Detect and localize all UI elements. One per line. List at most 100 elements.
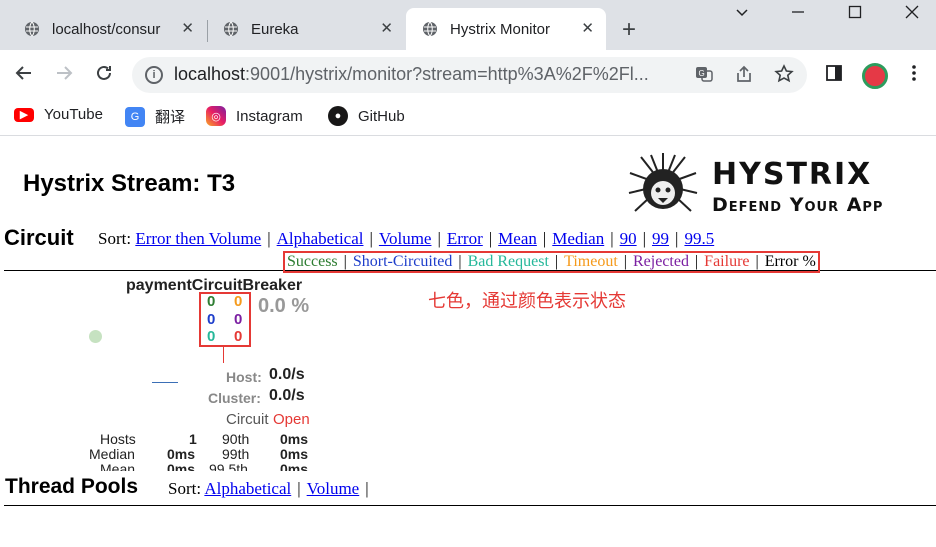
logo-tagline: Defend Your App (712, 194, 884, 216)
forward-arrow-icon[interactable] (54, 63, 74, 88)
count-short-circuited: 0 (207, 311, 216, 328)
bookmark-instagram[interactable]: ◎ Instagram (206, 106, 303, 126)
bookmark-youtube[interactable]: ▶ YouTube (14, 106, 103, 123)
profile-avatar[interactable] (862, 63, 888, 89)
bookmark-star-icon[interactable] (774, 64, 794, 89)
sort-error-then-volume[interactable]: Error then Volume (135, 229, 261, 248)
p995-value: 0ms (280, 461, 309, 471)
count-success: 0 (207, 293, 216, 310)
circuit-status-label: Circuit (226, 411, 269, 428)
close-icon[interactable]: ✕ (181, 20, 194, 38)
median-label: Median (89, 446, 135, 462)
bookmark-label: Instagram (236, 107, 303, 125)
divider (4, 505, 936, 506)
thread-pools-title: Thread Pools (5, 475, 139, 498)
google-translate-icon: G (125, 106, 145, 127)
thread-pools-sort-bar: Sort: Alphabetical | Volume | (168, 479, 369, 498)
legend-failure: Failure (704, 253, 750, 270)
circuit-sort-bar: Sort: Error then Volume | Alphabetical | Vol… (98, 229, 715, 248)
instagram-icon: ◎ (206, 106, 226, 126)
url-text: localhost:9001/hystrix/monitor?stream=ht… (174, 64, 649, 84)
rate-line (223, 347, 224, 363)
tab-eureka[interactable]: Eureka ✕ (207, 8, 405, 50)
address-bar[interactable]: i localhost:9001/hystrix/monitor?stream=… (132, 57, 807, 93)
tab-strip: localhost/consur ✕ Eureka ✕ Hystrix Moni… (0, 0, 936, 50)
bookmark-label: YouTube (44, 106, 103, 123)
browser-toolbar: i localhost:9001/hystrix/monitor?stream=… (0, 50, 936, 100)
mean-label: Mean (100, 461, 136, 471)
reload-icon[interactable] (94, 63, 114, 88)
menu-dots-icon[interactable] (906, 63, 922, 88)
sparkline (152, 382, 178, 383)
translate-icon[interactable]: G (694, 64, 714, 89)
close-icon[interactable]: ✕ (380, 20, 393, 38)
porcupine-logo-icon (628, 153, 698, 212)
sort-alphabetical[interactable]: Alphabetical (277, 229, 364, 248)
sort-label: Sort: (98, 229, 132, 248)
close-icon[interactable]: ✕ (581, 20, 594, 38)
tab-title: Hystrix Monitor (450, 20, 551, 38)
sort-error[interactable]: Error (447, 229, 483, 248)
sort-99[interactable]: 99 (652, 229, 669, 248)
median-value: 0ms (167, 446, 196, 462)
chevron-down-icon[interactable] (735, 6, 749, 25)
sort-median[interactable]: Median (552, 229, 604, 248)
sort-99-5[interactable]: 99.5 (684, 229, 714, 248)
globe-icon (25, 21, 39, 37)
cluster-rate: 0.0/s (269, 387, 305, 404)
mean-value: 0ms (167, 461, 196, 471)
share-icon[interactable] (734, 64, 754, 89)
p90-value: 0ms (280, 431, 309, 447)
bookmark-github[interactable]: ● GitHub (328, 106, 405, 126)
count-rejected: 0 (234, 311, 243, 328)
hystrix-dashboard: Hystrix Stream: T3 HYSTRIX Defend Your A… (0, 137, 936, 547)
legend-success: Success (287, 253, 338, 270)
new-tab-button[interactable]: + (622, 18, 636, 42)
bookmark-translate[interactable]: G 翻译 (125, 106, 185, 127)
svg-text:G: G (699, 69, 705, 78)
circuit-section-title: Circuit (4, 225, 74, 250)
sort-volume[interactable]: Volume (307, 479, 360, 498)
p90-label: 90th (222, 431, 250, 447)
tab-title: localhost/consur (52, 20, 161, 38)
status-legend: Success | Short-Circuited | Bad Request | Time… (283, 251, 820, 273)
legend-timeout: Timeout (564, 253, 618, 270)
bookmarks-bar: ▶ YouTube G 翻译 ◎ Instagram ● GitHub (0, 100, 936, 136)
info-icon[interactable]: i (145, 66, 163, 84)
sort-mean[interactable]: Mean (498, 229, 537, 248)
hystrix-logo: HYSTRIX Defend Your App (627, 151, 927, 221)
count-timeout: 0 (234, 293, 243, 310)
tab-title: Eureka (251, 20, 299, 38)
close-window-button[interactable] (905, 5, 919, 24)
page-title: Hystrix Stream: T3 (23, 170, 236, 197)
cluster-label: Cluster: (208, 390, 261, 406)
legend-rejected: Rejected (633, 253, 689, 270)
youtube-icon: ▶ (14, 107, 34, 122)
back-arrow-icon[interactable] (14, 63, 34, 88)
host-rate: 0.0/s (269, 366, 305, 383)
sort-alphabetical[interactable]: Alphabetical (204, 479, 291, 498)
tab-hystrix-monitor[interactable]: Hystrix Monitor ✕ (406, 8, 606, 50)
bookmark-label: 翻译 (155, 109, 186, 126)
count-bad-request: 0 (207, 328, 216, 345)
host-label: Host: (226, 369, 262, 385)
sort-label: Sort: (168, 479, 202, 498)
p99-label: 99th (222, 446, 250, 462)
count-failure: 0 (234, 328, 243, 345)
sort-90[interactable]: 90 (620, 229, 637, 248)
maximize-button[interactable] (848, 5, 862, 24)
circuit-status: Open (273, 411, 310, 428)
legend-bad-request: Bad Request (467, 253, 549, 270)
globe-icon (423, 21, 437, 37)
latency-stats: Hosts 1 90th 0ms Median 0ms 99th 0ms Mea… (0, 427, 936, 471)
tab-localhost-consumer[interactable]: localhost/consur ✕ (0, 8, 206, 50)
hosts-label: Hosts (100, 431, 136, 447)
p99-value: 0ms (280, 446, 309, 462)
globe-icon (224, 21, 238, 37)
bookmark-label: GitHub (358, 107, 405, 125)
annotation-note: 七色，通过颜色表示状态 (428, 291, 626, 311)
side-panel-icon[interactable] (824, 63, 844, 88)
sort-volume[interactable]: Volume (379, 229, 432, 248)
minimize-button[interactable] (791, 5, 805, 24)
health-circle (89, 330, 102, 343)
